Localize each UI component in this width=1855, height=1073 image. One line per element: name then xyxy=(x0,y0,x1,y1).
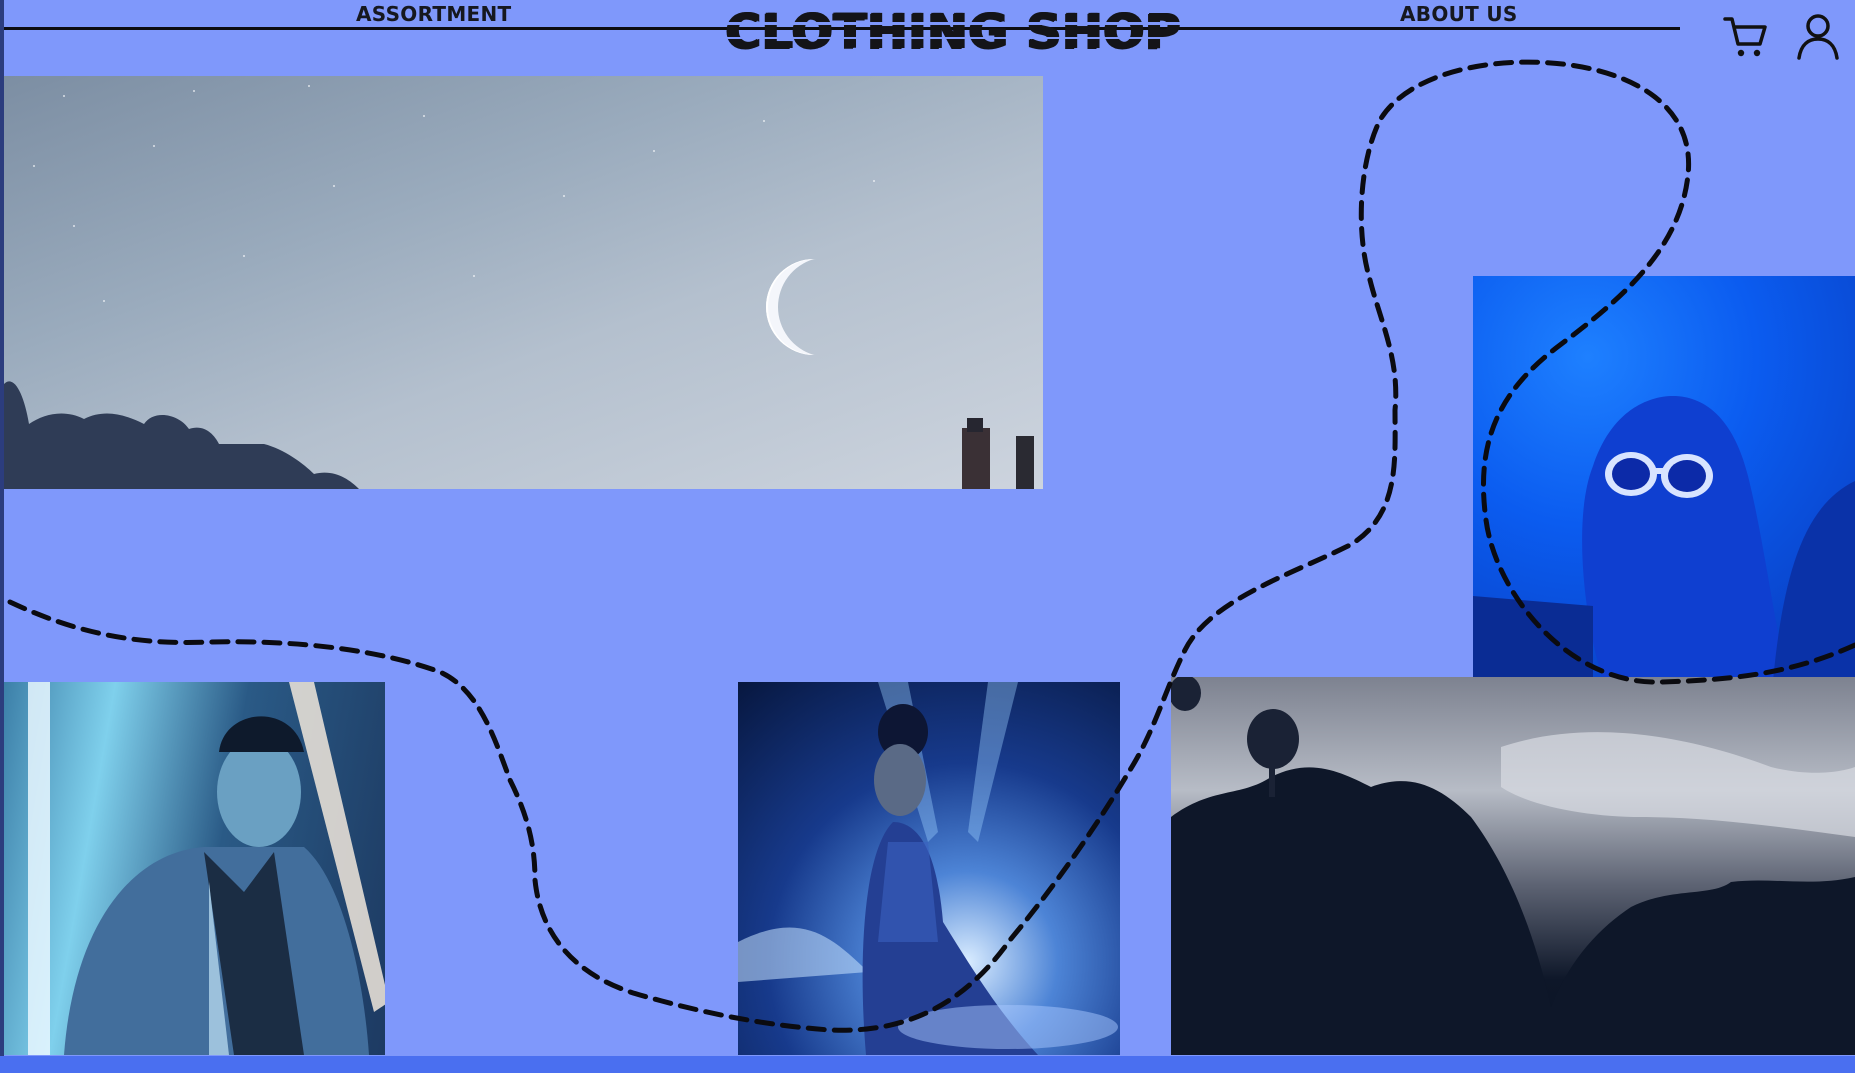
woman-art xyxy=(738,682,1118,1055)
cart-button[interactable] xyxy=(1722,14,1770,60)
forest-landscape-photo[interactable] xyxy=(1171,677,1855,1055)
man-jacket-photo[interactable] xyxy=(4,682,385,1055)
forest-art xyxy=(1171,677,1855,1055)
user-icon xyxy=(1797,14,1839,60)
man-art xyxy=(28,682,385,1055)
logo-text: CLOTHING SHOP xyxy=(725,4,1181,60)
nav-about-us-link[interactable]: ABOUT US xyxy=(1396,1,1522,27)
moon-sky-photo[interactable] xyxy=(4,76,1043,489)
nav-assortment-link[interactable]: ASSORTMENT xyxy=(352,1,516,27)
woman-sequin-photo[interactable] xyxy=(738,682,1120,1055)
footer-bar xyxy=(0,1056,1855,1073)
cart-icon xyxy=(1723,17,1767,57)
moon-scene-art xyxy=(4,85,1034,489)
account-button[interactable] xyxy=(1795,12,1841,60)
ghost-sunglasses-photo[interactable] xyxy=(1473,276,1855,681)
ghost-art xyxy=(1473,396,1855,681)
logo-glitch-stripe xyxy=(715,37,1191,39)
logo-glitch-stripe xyxy=(715,22,1191,25)
site-logo[interactable]: CLOTHING SHOP xyxy=(715,4,1191,60)
